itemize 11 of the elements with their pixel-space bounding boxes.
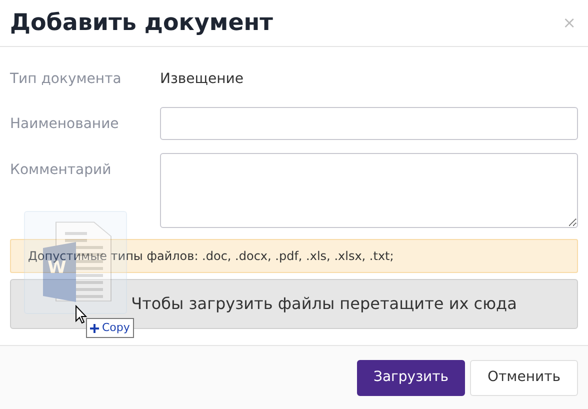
upload-button[interactable]: Загрузить	[357, 360, 465, 396]
textarea-field[interactable]	[160, 153, 578, 228]
field-label: Тип документа	[10, 70, 122, 88]
field-label: Комментарий	[10, 161, 112, 180]
cancel-button[interactable]: Отменить	[470, 360, 578, 396]
field-label: Наименование	[10, 115, 120, 134]
dialog-title: Добавить документ	[10, 8, 274, 38]
input-field[interactable]	[160, 107, 578, 140]
field-value: Извещение	[160, 70, 244, 88]
plus-icon	[90, 324, 99, 332]
icon-letter: W	[48, 260, 66, 276]
